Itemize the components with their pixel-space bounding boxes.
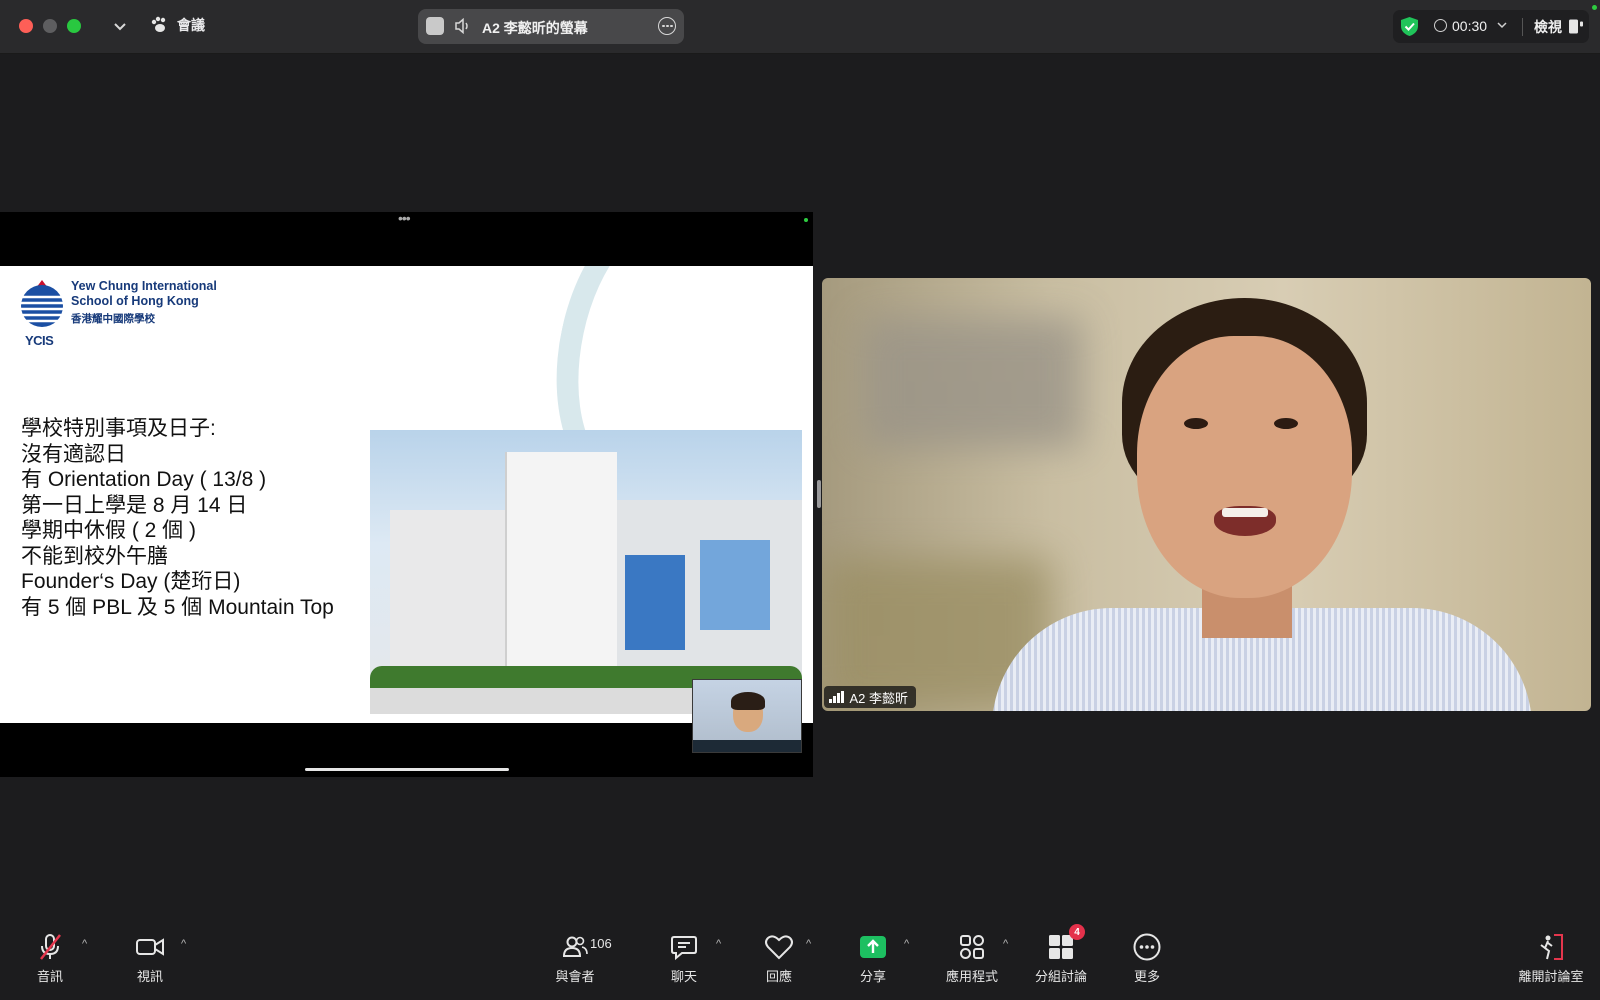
video-camera-icon: [136, 938, 164, 956]
chat-label: 聊天: [670, 969, 697, 984]
slide-line: 第一日上學是 8 月 14 日: [21, 493, 248, 517]
split-resize-handle[interactable]: [817, 480, 821, 508]
more-options-icon: [1133, 933, 1161, 961]
slide-line: Founder‘s Day (楚珩日): [21, 570, 241, 593]
meeting-label: 會議: [177, 17, 205, 33]
audio-options-caret-icon[interactable]: ^: [82, 938, 87, 950]
school-building-photo: [370, 430, 802, 714]
mic-muted-icon: [40, 934, 61, 960]
participant-name-label: A2 李懿昕: [824, 686, 917, 708]
breakout-badge: 4: [1069, 924, 1085, 940]
slide-line: 學期中休假 ( 2 個 ): [21, 519, 197, 542]
encryption-shield-icon[interactable]: [1400, 16, 1419, 37]
participant-eye: [1274, 418, 1298, 429]
participants-button[interactable]: 106 與會者: [530, 930, 620, 985]
participant-video[interactable]: [822, 278, 1591, 711]
title-bar: 會議 A2 李懿昕的螢幕 00:30 檢視: [0, 0, 1600, 54]
slide-line: 有 5 個 PBL 及 5 個 Mountain Top: [21, 595, 334, 619]
timer-chevron-icon[interactable]: [1497, 21, 1507, 29]
leave-breakout-room-button[interactable]: 離開討論室: [1506, 930, 1596, 985]
participants-label: 與會者: [555, 969, 595, 984]
video-options-caret-icon[interactable]: ^: [181, 938, 186, 950]
slide-line: 沒有適認日: [21, 442, 126, 466]
apps-icon: [960, 935, 984, 959]
presentation-slide: Yew Chung International School of Hong K…: [0, 266, 813, 723]
leave-room-icon: [1540, 934, 1563, 960]
react-options-caret-icon[interactable]: ^: [806, 938, 811, 950]
meeting-timer[interactable]: 00:30: [1452, 18, 1487, 34]
breakout-rooms-button[interactable]: 4 分組討論: [1016, 924, 1106, 985]
chat-options-caret-icon[interactable]: ^: [716, 938, 721, 950]
home-indicator: [305, 768, 509, 771]
sharer-avatar: [426, 17, 444, 35]
school-name-zh: 香港耀中國際學校: [71, 313, 155, 325]
layout-icon[interactable]: [1568, 18, 1584, 35]
logo-text: YCIS: [25, 333, 54, 348]
leave-breakout-label: 離開討論室: [1518, 969, 1584, 984]
speaker-icon: [455, 18, 468, 34]
zoom-window-button[interactable]: [67, 19, 81, 33]
minimize-window-button[interactable]: [43, 19, 57, 33]
share-label: 分享: [859, 969, 886, 984]
status-dot: [1592, 5, 1597, 10]
view-button[interactable]: 檢視: [1534, 17, 1562, 37]
video-label: 視訊: [136, 969, 163, 984]
share-title: A2 李懿昕的螢幕: [482, 20, 588, 36]
slide-body: 學校特別事項及日子: 沒有適認日 有 Orientation Day ( 13/…: [21, 416, 334, 620]
share-options-caret-icon[interactable]: ^: [904, 938, 909, 950]
participant-eye: [1184, 418, 1208, 429]
presenter-self-view[interactable]: [692, 679, 802, 753]
more-label: 更多: [1133, 969, 1160, 984]
participant-name: A2 李懿昕: [849, 690, 909, 706]
chevron-down-icon[interactable]: [110, 16, 130, 36]
meeting-info-button[interactable]: 會議: [150, 15, 205, 35]
slide-line: 不能到校外午膳: [21, 544, 168, 568]
participants-count: 106: [590, 936, 612, 951]
shared-screen[interactable]: ••• Yew Chung International School of Ho…: [0, 210, 813, 777]
school-name-line1: Yew Chung International: [71, 279, 217, 293]
apps-options-caret-icon[interactable]: ^: [1003, 938, 1008, 950]
slide-line: 學校特別事項及日子:: [21, 417, 216, 440]
share-screen-icon: [860, 936, 886, 958]
close-window-button[interactable]: [19, 19, 33, 33]
school-name-line2: School of Hong Kong: [71, 294, 199, 308]
building-panel: [625, 555, 685, 650]
meeting-toolbar: 音訊 ^ 視訊 ^ 106 與會者 聊天 ^ 回應 ^ 分享 ^ 應用程式 ^ …: [0, 924, 1600, 1000]
more-button[interactable]: 更多: [1102, 930, 1192, 985]
slide-line: 有 Orientation Day ( 13/8 ): [21, 468, 267, 491]
react-label: 回應: [765, 969, 792, 984]
participant-teeth: [1222, 508, 1268, 517]
clock-icon: [1434, 19, 1447, 32]
share-options-icon[interactable]: •••: [398, 210, 411, 226]
building-tower: [505, 452, 617, 692]
participants-icon: [562, 936, 588, 957]
school-logo-icon: [21, 280, 63, 327]
self-view-hair: [731, 692, 765, 710]
chat-bubble-icon: [671, 936, 697, 961]
building-panel: [700, 540, 770, 630]
audio-label: 音訊: [36, 969, 63, 984]
share-more-icon[interactable]: [658, 17, 676, 35]
paw-icon: [151, 16, 166, 32]
background-blur: [862, 318, 1082, 448]
screen-share-pill[interactable]: A2 李懿昕的螢幕: [418, 9, 684, 44]
breakout-label: 分組討論: [1034, 969, 1087, 984]
apps-label: 應用程式: [945, 969, 998, 984]
participant-face: [1137, 336, 1352, 598]
school-name-en: Yew Chung International School of Hong K…: [71, 279, 217, 309]
heart-icon: [765, 935, 793, 960]
divider: [1522, 18, 1523, 36]
share-status-dot: [804, 218, 808, 222]
signal-strength-icon: [829, 691, 844, 703]
